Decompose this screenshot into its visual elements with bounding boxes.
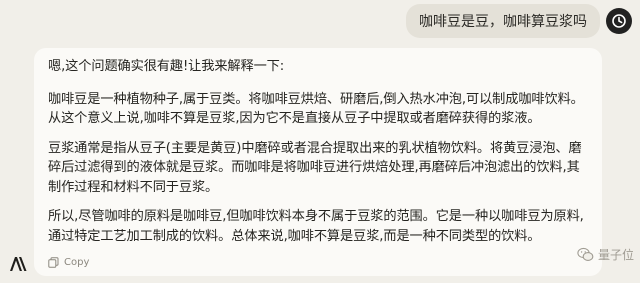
response-intro: 嗯,这个问题确实很有趣!让我来解释一下: [48, 59, 285, 74]
assistant-response-card: 嗯,这个问题确实很有趣!让我来解释一下: 咖啡豆是一种植物种子,属于豆类。将咖啡… [34, 48, 602, 276]
watermark: 量子位 [577, 246, 634, 263]
watermark-text: 量子位 [597, 248, 634, 262]
copy-label: Copy [64, 257, 90, 268]
wechat-icon [577, 247, 594, 262]
clock-avatar-icon[interactable] [606, 8, 632, 34]
response-paragraph-3: 所以,尽管咖啡的原料是咖啡豆,但咖啡饮料本身不属于豆浆的范围。它是一种以咖啡豆为… [48, 209, 584, 244]
anthropic-logo-icon [6, 252, 30, 276]
response-paragraph-1: 咖啡豆是一种植物种子,属于豆类。将咖啡豆烘焙、研磨后,倒入热水冲泡,可以制成咖啡… [48, 91, 584, 127]
user-message-bubble: 咖啡豆是豆，咖啡算豆浆吗 [406, 4, 600, 38]
copy-button[interactable]: Copy [48, 257, 89, 268]
user-message-row: 咖啡豆是豆，咖啡算豆浆吗 [406, 4, 632, 38]
copy-icon [48, 257, 59, 268]
response-paragraph-2: 豆浆通常是指从豆子(主要是黄豆)中磨碎或者混合提取出来的乳状植物饮料。将黄豆浸泡… [48, 140, 582, 195]
